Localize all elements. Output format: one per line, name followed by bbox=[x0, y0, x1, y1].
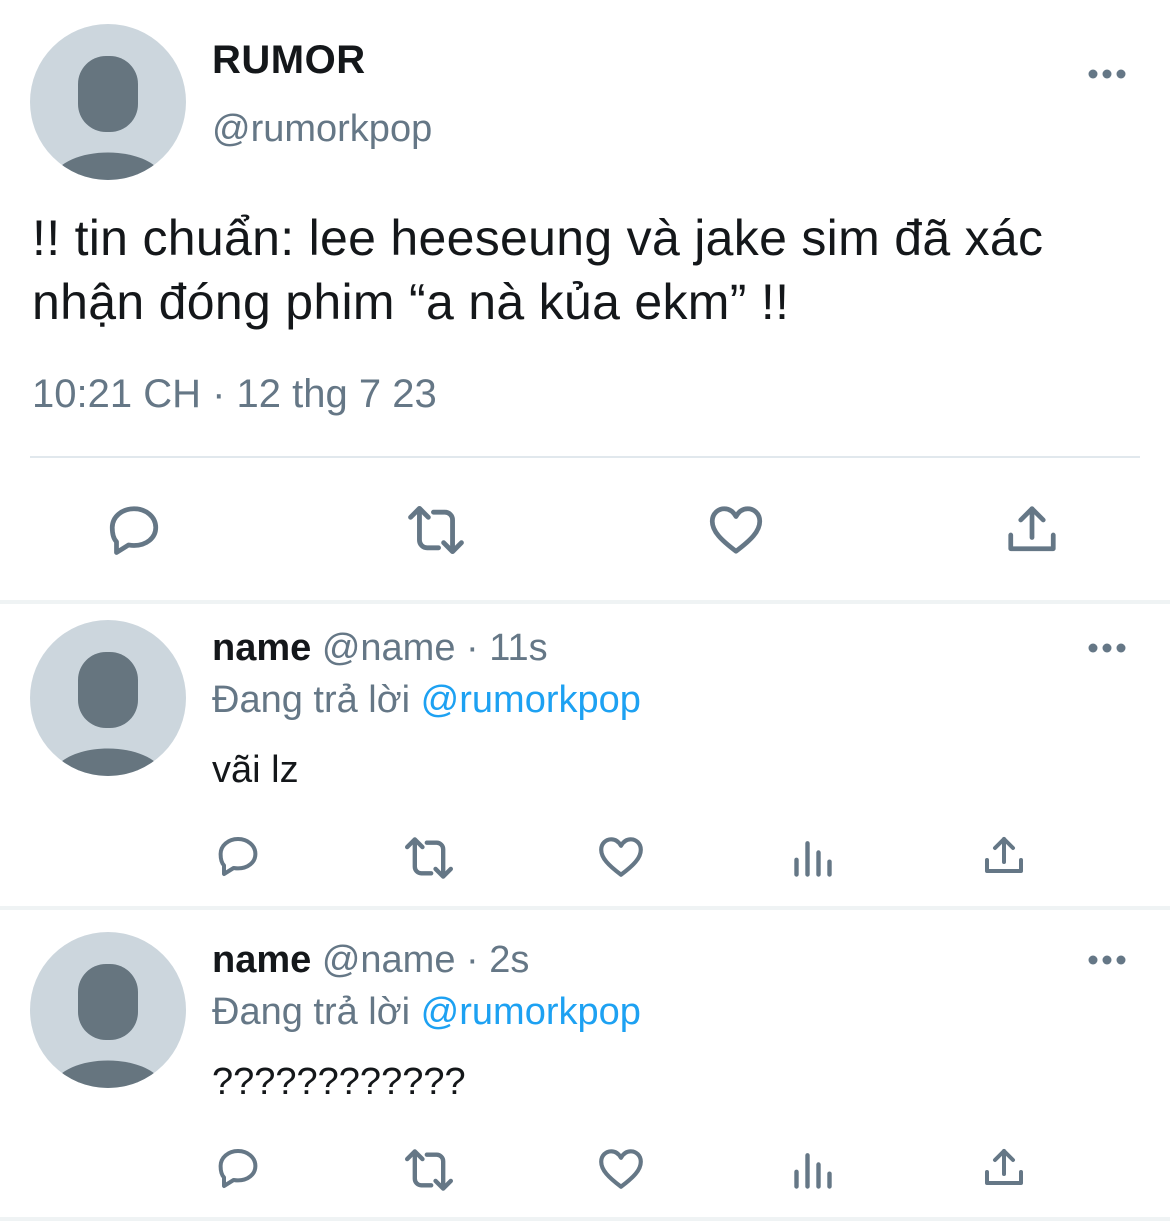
main-tweet-text-line1: !! tin chuẩn: lee heeseung và jake sim đ… bbox=[32, 210, 1044, 266]
default-avatar-icon bbox=[51, 56, 165, 180]
reply-avatar[interactable] bbox=[30, 620, 186, 776]
reply-author-name[interactable]: name bbox=[212, 627, 311, 669]
main-display-name[interactable]: RUMOR bbox=[212, 38, 366, 83]
retweet-icon[interactable] bbox=[400, 1146, 458, 1194]
share-icon[interactable] bbox=[1002, 500, 1062, 560]
analytics-icon[interactable] bbox=[790, 1148, 836, 1192]
reply-divider bbox=[0, 1217, 1170, 1221]
reply-meta[interactable]: @name · 11s bbox=[311, 627, 548, 669]
replying-to-mention[interactable]: @rumorkpop bbox=[421, 679, 641, 721]
default-avatar-icon bbox=[51, 652, 165, 776]
reply-icon[interactable] bbox=[214, 832, 262, 880]
reply-avatar[interactable] bbox=[30, 932, 186, 1088]
reply-icon[interactable] bbox=[104, 500, 164, 560]
reply-divider bbox=[0, 906, 1170, 910]
share-icon[interactable] bbox=[980, 1144, 1028, 1192]
replying-to-label: Đang trả lời bbox=[212, 991, 421, 1033]
replying-to-label: Đang trả lời bbox=[212, 679, 421, 721]
retweet-icon[interactable] bbox=[402, 502, 470, 558]
retweet-icon[interactable] bbox=[400, 834, 458, 882]
reply-icon[interactable] bbox=[214, 1144, 262, 1192]
reply-header: name @name · 2s bbox=[212, 938, 529, 982]
more-options-icon[interactable] bbox=[1087, 68, 1127, 80]
reply-meta[interactable]: @name · 2s bbox=[311, 939, 530, 981]
like-icon[interactable] bbox=[706, 500, 766, 560]
reply-author-name[interactable]: name bbox=[212, 939, 311, 981]
replying-to: Đang trả lời @rumorkpop bbox=[212, 990, 641, 1034]
more-options-icon[interactable] bbox=[1087, 642, 1127, 654]
main-avatar[interactable] bbox=[30, 24, 186, 180]
main-divider bbox=[30, 456, 1140, 458]
reply-header: name @name · 11s bbox=[212, 626, 548, 670]
analytics-icon[interactable] bbox=[790, 836, 836, 880]
replying-to-mention[interactable]: @rumorkpop bbox=[421, 991, 641, 1033]
main-timestamp[interactable]: 10:21 CH · 12 thg 7 23 bbox=[32, 372, 437, 417]
main-tweet-text: !! tin chuẩn: lee heeseung và jake sim đ… bbox=[32, 206, 1162, 334]
share-icon[interactable] bbox=[980, 832, 1028, 880]
main-actions-divider bbox=[0, 600, 1170, 604]
reply-text: vãi lz bbox=[212, 749, 299, 791]
main-tweet-text-line2: nhận đóng phim “a nà kủa ekm” !! bbox=[32, 274, 790, 330]
replying-to: Đang trả lời @rumorkpop bbox=[212, 678, 641, 722]
default-avatar-icon bbox=[51, 964, 165, 1088]
reply-text: ???????????? bbox=[212, 1061, 466, 1103]
main-handle[interactable]: @rumorkpop bbox=[212, 108, 432, 151]
more-options-icon[interactable] bbox=[1087, 954, 1127, 966]
like-icon[interactable] bbox=[596, 832, 646, 882]
like-icon[interactable] bbox=[596, 1144, 646, 1194]
